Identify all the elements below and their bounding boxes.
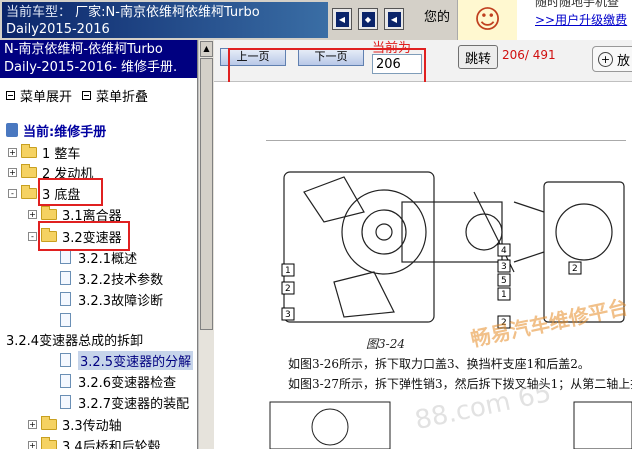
tree-item-1[interactable]: + 1 整车 xyxy=(8,142,80,162)
expand-icon[interactable]: + xyxy=(8,167,17,177)
folder-icon xyxy=(41,415,57,430)
split-icon: ◆ xyxy=(361,11,375,27)
tree-item-label: 3.2.4变速器总成的拆卸 xyxy=(6,333,144,349)
document-icon xyxy=(60,250,71,264)
document-icon xyxy=(60,292,71,306)
minus-box-icon xyxy=(82,91,92,100)
upgrade-panel: 随时随地手机查 >>用户升级缴费 xyxy=(517,0,632,40)
tree-item-3-2-5[interactable]: 3.2.5变速器的分解 xyxy=(60,350,194,370)
nav-button-group: ◀ ◆ ◀ xyxy=(332,8,404,30)
folder-icon xyxy=(41,436,57,449)
play-left-icon: ◀ xyxy=(335,11,349,27)
expand-icon[interactable]: + xyxy=(28,419,37,429)
document-icon xyxy=(60,271,71,285)
highlight-box-chassis xyxy=(38,178,103,206)
upgrade-link[interactable]: >>用户升级缴费 xyxy=(535,11,627,28)
zoom-in-button[interactable]: + 放 xyxy=(592,46,632,72)
jump-button[interactable]: 跳转 xyxy=(458,45,498,69)
body-line-1: 如图3-26所示，拆下取力口盖3、换挡杆支座1和后盖2。 xyxy=(288,357,590,371)
nav-right-button[interactable]: ◀ xyxy=(384,8,404,30)
tree-item-label: 3.2.3故障诊断 xyxy=(78,293,164,309)
page-count: 206/ 491 xyxy=(502,48,556,62)
manual-page: 1 2 3 4 3 5 1 2 2 图3-24 如图3-26所示，拆下取力口盖3 xyxy=(214,82,632,449)
play-right-icon: ◀ xyxy=(387,11,401,27)
car-type-label: 当前车型： xyxy=(6,5,72,20)
scroll-thumb[interactable] xyxy=(200,58,213,330)
top-bar: 当前车型： 厂家:N-南京依维柯依维柯Turbo Daily2015-2016 … xyxy=(0,0,632,40)
body-line-2: 如图3-27所示，拆下弹性销3，然后拆下拨叉轴头1；从第二轴上拆 xyxy=(288,377,632,391)
book-title: N-南京依维柯-依维柯Turbo Daily-2015-2016- 维修手册. xyxy=(0,40,197,78)
folder-icon xyxy=(21,163,37,178)
tree-item-label: 3.2.6变速器检查 xyxy=(78,375,177,391)
zoom-label: 放 xyxy=(617,53,631,69)
folder-icon xyxy=(41,205,57,220)
svg-text:5: 5 xyxy=(501,276,507,286)
app-window: 当前车型： 厂家:N-南京依维柯依维柯Turbo Daily2015-2016 … xyxy=(0,0,632,449)
tree-item-label: 3.4后桥和后轮毂 xyxy=(62,439,161,449)
mascot-icon: ☺ xyxy=(457,0,517,40)
tree-item-label: 3.2.7变速器的装配 xyxy=(78,396,190,412)
minus-box-icon xyxy=(6,91,15,100)
tree-item-label: 1 整车 xyxy=(42,146,81,162)
svg-text:1: 1 xyxy=(501,290,507,300)
expand-icon[interactable]: + xyxy=(28,209,37,219)
collapse-all-button[interactable]: 菜单折叠 xyxy=(82,86,148,105)
tree-item-3-2-6[interactable]: 3.2.6变速器检查 xyxy=(60,371,176,391)
collapse-icon[interactable]: - xyxy=(8,188,17,198)
menu-controls: 菜单展开 菜单折叠 xyxy=(6,86,148,105)
tree-item-3-2-4[interactable]: 3.2.4变速器总成的拆卸 xyxy=(6,329,143,349)
svg-text:2: 2 xyxy=(285,284,291,294)
tree-item-blank[interactable] xyxy=(60,310,78,330)
nav-left-button[interactable]: ◀ xyxy=(332,8,352,30)
document-icon xyxy=(60,395,71,409)
notice-text: 您的 xyxy=(424,10,451,25)
folder-open-icon xyxy=(21,184,37,199)
highlight-box-paging xyxy=(228,48,426,84)
transmission-diagram: 1 2 3 4 3 5 1 2 2 xyxy=(269,171,632,449)
mobile-query-text: 随时随地手机查 xyxy=(535,0,620,9)
expand-icon[interactable]: + xyxy=(28,440,37,449)
tree-item-label-selected: 3.2.5变速器的分解 xyxy=(78,350,194,370)
tree-root-label: 当前:维修手册 xyxy=(23,124,107,140)
svg-text:4: 4 xyxy=(501,246,507,256)
document-icon xyxy=(60,374,71,388)
expand-all-label: 菜单展开 xyxy=(20,90,73,105)
tree-item-3-3[interactable]: + 3.3传动轴 xyxy=(28,414,122,434)
tree-item-3-4[interactable]: + 3.4后桥和后轮毂 xyxy=(28,435,161,449)
highlight-box-transmission xyxy=(38,221,130,251)
expand-all-button[interactable]: 菜单展开 xyxy=(6,86,72,105)
svg-text:3: 3 xyxy=(501,262,507,272)
scroll-up-icon[interactable]: ▲ xyxy=(200,41,213,57)
figure-caption: 图3-24 xyxy=(366,337,405,351)
svg-text:1: 1 xyxy=(285,266,291,276)
nav-center-button[interactable]: ◆ xyxy=(358,8,378,30)
car-type-banner: 当前车型： 厂家:N-南京依维柯依维柯Turbo Daily2015-2016 xyxy=(2,2,328,38)
tree-item-label: 3.3传动轴 xyxy=(62,418,122,434)
tree-item-3-2-7[interactable]: 3.2.7变速器的装配 xyxy=(60,392,189,412)
tree-panel: N-南京依维柯-依维柯Turbo Daily-2015-2016- 维修手册. … xyxy=(0,40,198,449)
collapse-icon[interactable]: - xyxy=(28,231,37,241)
book-icon xyxy=(6,123,18,137)
svg-text:2: 2 xyxy=(572,264,578,274)
expand-icon[interactable]: + xyxy=(8,147,17,157)
tree-root[interactable]: 当前:维修手册 xyxy=(6,120,106,140)
tree-item-3-2-2[interactable]: 3.2.2技术参数 xyxy=(60,268,163,288)
document-icon xyxy=(60,313,71,327)
document-icon xyxy=(60,353,71,367)
tree-scrollbar[interactable]: ▲ xyxy=(198,40,214,449)
tree-item-3-2-3[interactable]: 3.2.3故障诊断 xyxy=(60,289,163,309)
collapse-all-label: 菜单折叠 xyxy=(96,90,149,105)
document-panel: 上一页 下一页 当前为 跳转 206/ 491 + 放 xyxy=(214,40,632,449)
folder-icon xyxy=(21,143,37,158)
svg-text:3: 3 xyxy=(285,310,291,320)
zoom-in-icon: + xyxy=(598,51,613,67)
tree-item-label: 3.2.2技术参数 xyxy=(78,272,164,288)
